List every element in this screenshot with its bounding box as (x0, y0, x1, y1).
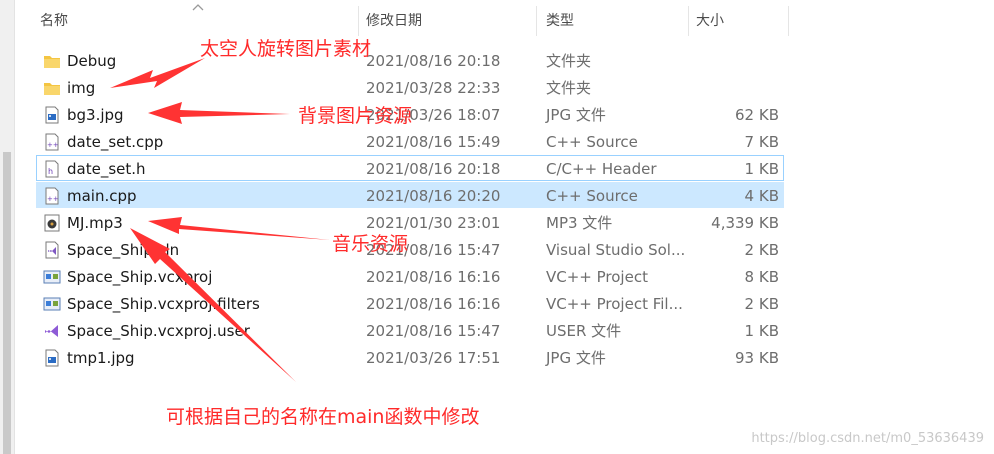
file-row-img[interactable]: img 2021/03/28 22:33 文件夹 (36, 74, 784, 100)
svg-text:h: h (48, 167, 53, 176)
file-type: 文件夹 (546, 52, 592, 70)
file-row-space-ship-sln[interactable]: Space_Ship.sln 2021/08/16 15:47 Visual S… (36, 236, 784, 262)
file-name: bg3.jpg (67, 106, 124, 124)
file-row-tmp1[interactable]: tmp1.jpg 2021/03/26 17:51 JPG 文件 93 KB (36, 344, 784, 370)
file-row-date-set-cpp[interactable]: ++ date_set.cpp 2021/08/16 15:49 C++ Sou… (36, 128, 784, 154)
file-row-space-ship-vcxproj-filters[interactable]: Space_Ship.vcxproj.filters 2021/08/16 16… (36, 290, 784, 316)
column-divider[interactable] (358, 6, 359, 36)
file-date: 2021/08/16 20:20 (366, 187, 501, 205)
file-size: 2 KB (744, 295, 779, 313)
column-divider[interactable] (788, 6, 789, 36)
file-type: C/C++ Header (546, 160, 657, 178)
left-pane-scrollbar[interactable] (0, 0, 15, 454)
folder-icon (44, 56, 60, 68)
column-header: 名称 修改日期 类型 大小 (14, 0, 994, 42)
file-size: 1 KB (744, 322, 779, 340)
visual-studio-solution-icon (45, 241, 59, 259)
cpp-file-icon: ++ (45, 133, 59, 151)
file-type: Visual Studio Sol... (546, 241, 686, 259)
image-file-icon (45, 106, 59, 124)
cpp-file-icon: ++ (45, 187, 59, 205)
file-type: JPG 文件 (546, 349, 606, 367)
annotation-music-note: 音乐资源 (332, 233, 409, 255)
file-size: 2 KB (744, 241, 779, 259)
file-date: 2021/03/28 22:33 (366, 79, 501, 97)
file-name: Space_Ship.sln (67, 241, 180, 259)
vcxproj-file-icon (43, 297, 61, 311)
annotation-img-note: 太空人旋转图片素材 (200, 38, 372, 60)
column-divider[interactable] (688, 6, 689, 36)
file-date: 2021/08/16 20:18 (366, 160, 501, 178)
watermark: https://blog.csdn.net/m0_53636439 (751, 431, 984, 446)
file-type: VC++ Project Fil... (546, 295, 683, 313)
file-name: Space_Ship.vcxproj.user (67, 322, 250, 340)
file-date: 2021/08/16 15:49 (366, 133, 501, 151)
file-name: Space_Ship.vcxproj (67, 268, 213, 286)
annotation-bg-note: 背景图片资源 (298, 105, 413, 127)
audio-file-icon (44, 214, 60, 232)
file-row-main-cpp[interactable]: ++ main.cpp 2021/08/16 20:20 C++ Source … (36, 182, 784, 208)
file-size: 93 KB (735, 349, 779, 367)
file-row-mj-mp3[interactable]: MJ.mp3 2021/01/30 23:01 MP3 文件 4,339 KB (36, 209, 784, 235)
scrollbar-thumb[interactable] (3, 152, 11, 454)
file-type: C++ Source (546, 187, 638, 205)
file-name: date_set.cpp (67, 133, 164, 151)
column-header-type[interactable]: 类型 (546, 0, 574, 42)
image-file-icon (45, 349, 59, 367)
file-row-space-ship-vcxproj[interactable]: Space_Ship.vcxproj 2021/08/16 16:16 VC++… (36, 263, 784, 289)
file-date: 2021/03/26 17:51 (366, 349, 501, 367)
file-size: 4,339 KB (711, 214, 779, 232)
file-type: VC++ Project (546, 268, 648, 286)
file-date: 2021/08/16 15:47 (366, 322, 501, 340)
column-header-size[interactable]: 大小 (696, 0, 724, 42)
file-date: 2021/08/16 20:18 (366, 52, 501, 70)
file-type: USER 文件 (546, 322, 622, 340)
file-type: C++ Source (546, 133, 638, 151)
file-date: 2021/08/16 16:16 (366, 295, 501, 313)
file-row-space-ship-vcxproj-user[interactable]: Space_Ship.vcxproj.user 2021/08/16 15:47… (36, 317, 784, 343)
file-name: Space_Ship.vcxproj.filters (67, 295, 260, 313)
column-header-name[interactable]: 名称 (40, 0, 68, 42)
svg-text:++: ++ (47, 141, 59, 149)
file-size: 7 KB (744, 133, 779, 151)
visual-studio-user-icon (45, 325, 58, 337)
file-type: JPG 文件 (546, 106, 606, 124)
file-type: MP3 文件 (546, 214, 613, 232)
vcxproj-file-icon (43, 270, 61, 284)
file-date: 2021/08/16 16:16 (366, 268, 501, 286)
file-size: 4 KB (744, 187, 779, 205)
file-name: main.cpp (67, 187, 137, 205)
file-name: tmp1.jpg (67, 349, 135, 367)
sort-ascending-icon[interactable] (190, 0, 206, 14)
annotation-main-note: 可根据自己的名称在main函数中修改 (166, 406, 480, 428)
file-size: 1 KB (744, 160, 779, 178)
file-row-date-set-h[interactable]: h date_set.h 2021/08/16 20:18 C/C++ Head… (36, 155, 784, 181)
svg-text:++: ++ (47, 195, 59, 203)
header-file-icon: h (45, 160, 59, 178)
file-size: 8 KB (744, 268, 779, 286)
column-divider[interactable] (536, 6, 537, 36)
file-row-debug[interactable]: Debug 2021/08/16 20:18 文件夹 (36, 47, 784, 73)
column-header-date[interactable]: 修改日期 (366, 0, 422, 42)
folder-icon (44, 83, 60, 95)
file-name: img (67, 79, 96, 97)
file-name: Debug (67, 52, 117, 70)
file-size: 62 KB (735, 106, 779, 124)
file-type: 文件夹 (546, 79, 592, 97)
file-name: date_set.h (67, 160, 146, 178)
file-name: MJ.mp3 (67, 214, 123, 232)
